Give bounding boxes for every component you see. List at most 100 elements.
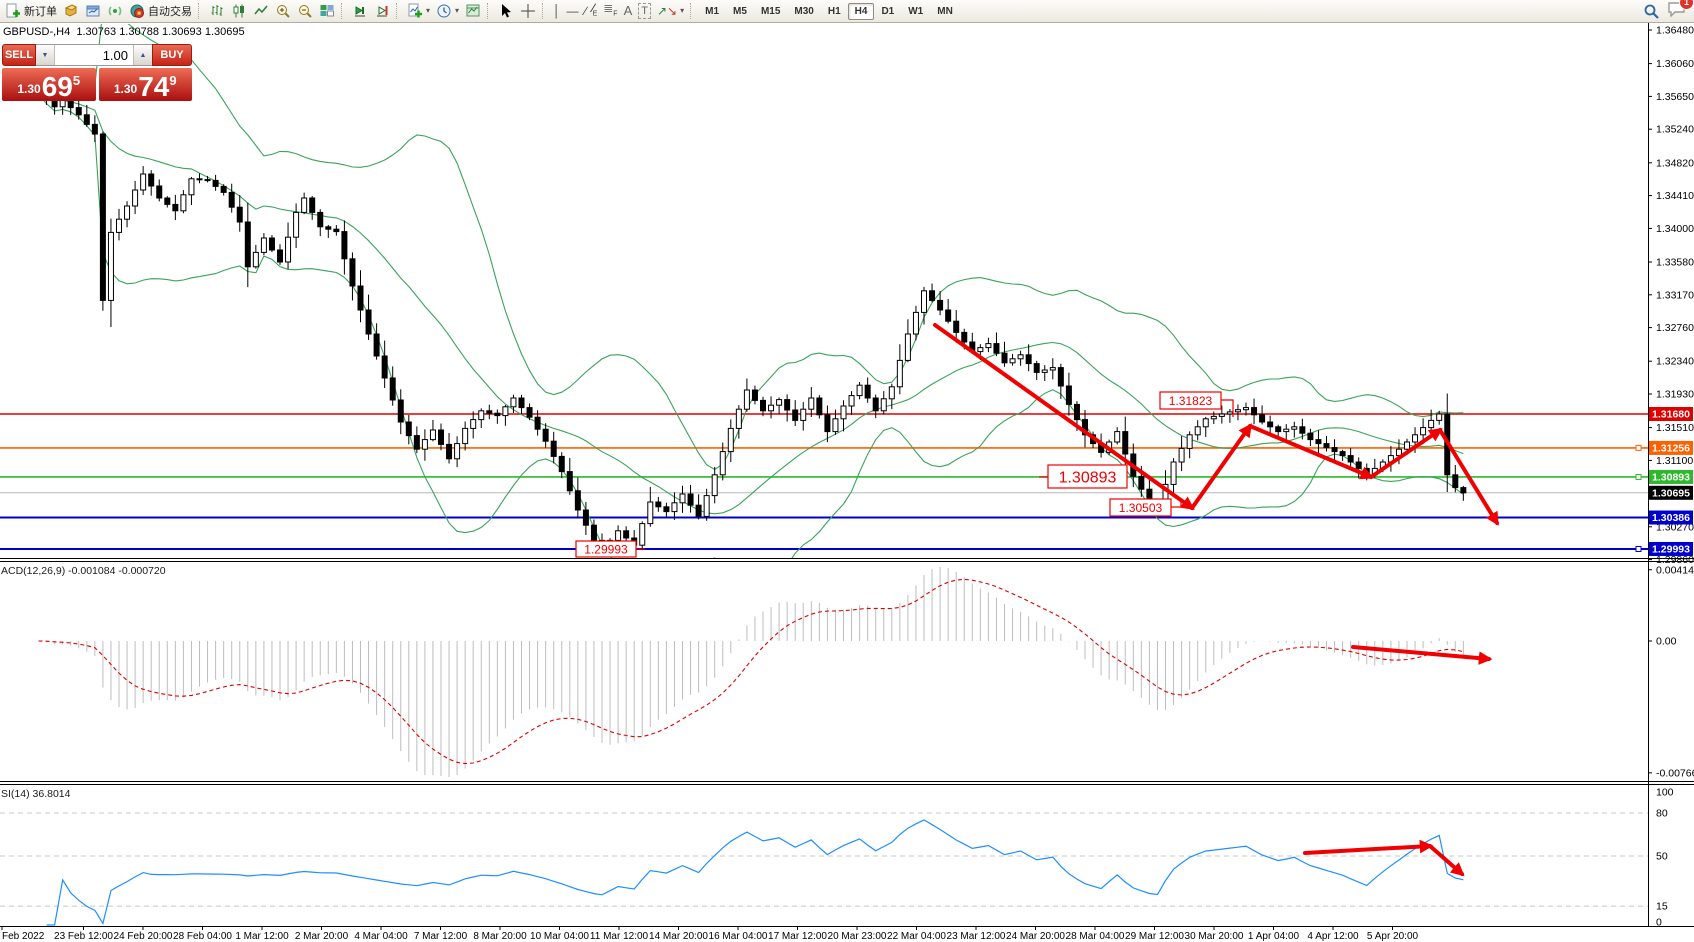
- text-tool[interactable]: A: [621, 3, 636, 19]
- candle: [189, 179, 194, 195]
- text-icon: A: [624, 4, 633, 18]
- line-anchor-square[interactable]: [1636, 546, 1641, 551]
- label-tool[interactable]: T: [635, 2, 654, 20]
- volume-spinner: ▼ 1.00 ▲: [36, 44, 152, 66]
- candle: [1235, 410, 1240, 412]
- candle: [962, 332, 967, 342]
- candle-chart-type-button[interactable]: [228, 2, 250, 20]
- timeframe-h1[interactable]: H1: [821, 3, 848, 20]
- bar-chart-type-button[interactable]: [206, 2, 228, 20]
- timeframe-m30[interactable]: M30: [787, 3, 820, 20]
- auto-scroll-button[interactable]: [349, 2, 371, 20]
- candle: [165, 198, 170, 204]
- chart-canvas[interactable]: 1.364801.360601.356501.352401.348201.344…: [0, 0, 1694, 942]
- candle: [318, 212, 323, 226]
- price-annotation-label: 1.30893: [1059, 469, 1117, 486]
- toolbar-separator: [341, 3, 346, 19]
- price-axis-tick: 1.34820: [1656, 157, 1694, 169]
- bar-chart-icon: [209, 3, 225, 19]
- volume-increase-button[interactable]: ▲: [133, 45, 152, 65]
- candle: [938, 300, 943, 310]
- line-chart-type-button[interactable]: [250, 2, 272, 20]
- time-axis[interactable]: Feb 202223 Feb 12:0024 Feb 20:0028 Feb 0…: [2, 927, 1419, 942]
- timeframe-h4[interactable]: H4: [848, 3, 875, 20]
- market-watch-button[interactable]: [82, 2, 104, 20]
- sell-button[interactable]: SELL: [2, 44, 36, 66]
- volume-input[interactable]: 1.00: [55, 45, 133, 65]
- candle: [76, 108, 81, 115]
- candle: [310, 198, 315, 212]
- rsi-axis-tick: 50: [1656, 851, 1668, 863]
- candle: [994, 344, 999, 354]
- candle: [117, 219, 122, 232]
- line-anchor-square[interactable]: [1636, 474, 1641, 479]
- candle: [430, 430, 435, 440]
- one-click-trading-panel: SELL ▼ 1.00 ▲ BUY 1.30 69 5 1.30 74 9: [2, 44, 192, 101]
- autotrade-button[interactable]: 自动交易: [126, 2, 195, 20]
- candle: [905, 334, 910, 360]
- time-axis-label: 7 Mar 12:00: [414, 931, 468, 942]
- volume-decrease-button[interactable]: ▼: [36, 45, 55, 65]
- sell-price-sup: 5: [73, 73, 80, 88]
- macd-indicator-label: ACD(12,26,9) -0.001084 -0.000720: [1, 565, 166, 577]
- cursor-tool-button[interactable]: [495, 2, 517, 20]
- candle: [1348, 456, 1353, 462]
- arrows-tool[interactable]: ↗↘ ▾: [654, 3, 687, 19]
- vertical-line-tool[interactable]: │: [550, 3, 564, 19]
- buy-price-prefix: 1.30: [114, 82, 137, 96]
- sell-price-display[interactable]: 1.30 69 5: [2, 68, 96, 101]
- macd-panel[interactable]: 0.0041440.00-0.007664: [39, 565, 1694, 780]
- candle: [519, 398, 524, 408]
- rsi-panel[interactable]: 1008050150: [0, 787, 1674, 929]
- candle: [728, 428, 733, 451]
- zoom-out-button[interactable]: [294, 2, 316, 20]
- rsi-axis-tick: 100: [1656, 787, 1674, 799]
- price-axis[interactable]: 1.364801.360601.356501.352401.348201.344…: [1636, 25, 1694, 567]
- candle: [583, 510, 588, 525]
- chart-shift-button[interactable]: [371, 2, 393, 20]
- time-axis-label: 24 Feb 20:00: [114, 931, 173, 942]
- timeframe-d1[interactable]: D1: [874, 3, 901, 20]
- timeframe-m5[interactable]: M5: [726, 3, 754, 20]
- candle: [294, 212, 299, 237]
- candle: [1276, 427, 1281, 432]
- timeframe-m1[interactable]: M1: [698, 3, 726, 20]
- candle: [1316, 440, 1321, 444]
- tick-chart-button[interactable]: [60, 2, 82, 20]
- timeframe-m15[interactable]: M15: [754, 3, 787, 20]
- timeframe-mn[interactable]: MN: [930, 3, 960, 20]
- line-anchor-square[interactable]: [1636, 445, 1641, 450]
- signals-button[interactable]: [104, 2, 126, 20]
- candle: [1187, 435, 1192, 449]
- search-icon[interactable]: [1643, 3, 1659, 19]
- main-chart-panel[interactable]: [0, 10, 1648, 591]
- price-annotation-label: 1.31823: [1169, 394, 1213, 408]
- candle: [511, 398, 516, 407]
- crosshair-tool-button[interactable]: [517, 2, 539, 20]
- trendline-tool[interactable]: ∕: [582, 3, 590, 19]
- channel-tool[interactable]: ∕∕E: [590, 0, 601, 22]
- buy-price-display[interactable]: 1.30 74 9: [99, 68, 193, 101]
- candle: [479, 411, 484, 420]
- candle: [1356, 462, 1361, 468]
- timeframe-w1[interactable]: W1: [901, 3, 930, 20]
- fibonacci-tool[interactable]: ≣F: [600, 0, 620, 22]
- periods-button[interactable]: ▾: [433, 2, 462, 20]
- tile-windows-button[interactable]: [316, 2, 338, 20]
- chat-button[interactable]: 1: [1667, 1, 1686, 22]
- candle: [777, 400, 782, 406]
- candle: [302, 198, 307, 212]
- buy-button[interactable]: BUY: [152, 44, 192, 66]
- candle: [1268, 422, 1273, 427]
- candle: [801, 409, 806, 420]
- indicators-button[interactable]: ▾: [404, 2, 433, 20]
- new-order-button[interactable]: 新订单: [2, 2, 60, 20]
- horizontal-line-tool[interactable]: —: [564, 3, 582, 19]
- time-axis-label: 5 Apr 20:00: [1367, 931, 1419, 942]
- zoom-in-button[interactable]: [272, 2, 294, 20]
- market-watch-icon: [85, 3, 101, 19]
- candle: [471, 420, 476, 429]
- rsi-trend-arrows[interactable]: [1305, 846, 1462, 874]
- sell-price-big: 69: [42, 74, 73, 100]
- templates-button[interactable]: [462, 2, 484, 20]
